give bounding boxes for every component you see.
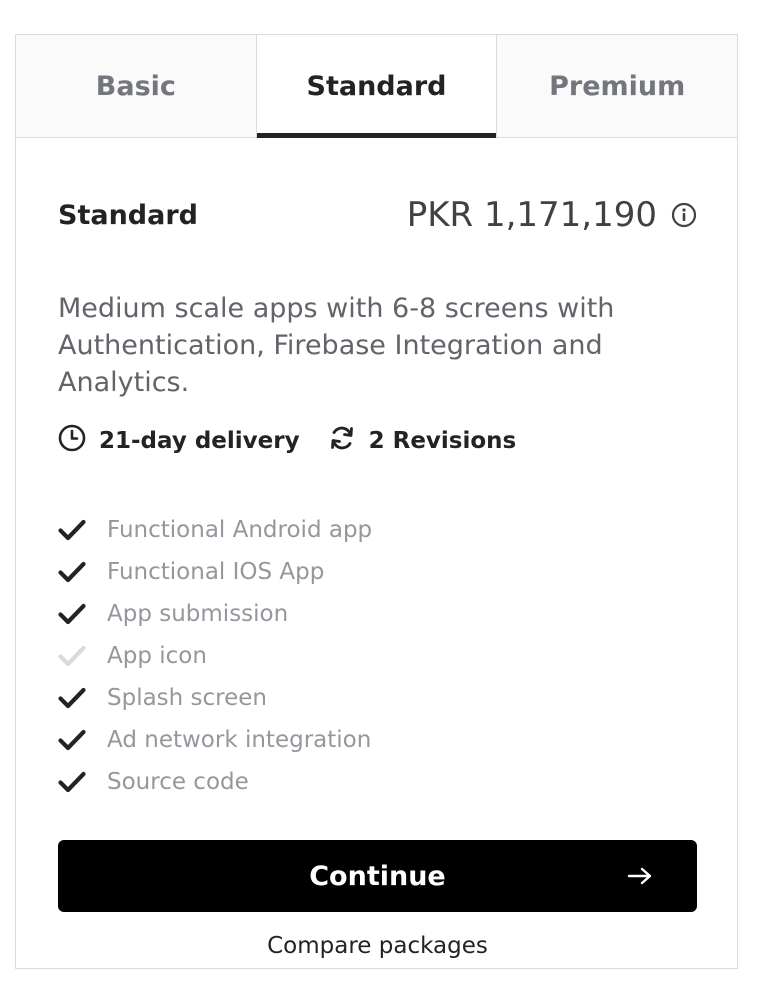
check-icon	[58, 770, 88, 794]
package-title: Standard	[58, 199, 198, 231]
feature-list: Functional Android app Functional IOS Ap…	[58, 509, 372, 803]
arrow-right-icon	[627, 866, 653, 886]
feature-item: App submission	[58, 593, 372, 635]
feature-item: Functional IOS App	[58, 551, 372, 593]
feature-label: Source code	[107, 769, 249, 795]
feature-item: App icon	[58, 635, 372, 677]
info-icon[interactable]	[671, 202, 697, 228]
delivery-text: 21-day delivery	[99, 428, 300, 454]
check-icon	[58, 560, 88, 584]
refresh-icon	[328, 424, 356, 458]
tab-basic[interactable]: Basic	[16, 35, 256, 137]
feature-item: Splash screen	[58, 677, 372, 719]
check-icon	[58, 518, 88, 542]
check-icon	[58, 686, 88, 710]
check-icon	[58, 602, 88, 626]
check-icon	[58, 728, 88, 752]
feature-label: Functional IOS App	[107, 559, 325, 585]
package-description: Medium scale apps with 6-8 screens with …	[58, 293, 615, 398]
feature-item: Functional Android app	[58, 509, 372, 551]
tab-premium[interactable]: Premium	[496, 35, 738, 137]
clock-icon	[58, 424, 86, 458]
check-icon-disabled	[58, 644, 88, 668]
revisions-info: 2 Revisions	[328, 424, 517, 458]
revisions-text: 2 Revisions	[368, 428, 517, 454]
feature-label: Ad network integration	[107, 727, 372, 753]
package-meta: 21-day delivery 2 Revisions	[58, 424, 516, 458]
continue-button[interactable]: Continue	[58, 840, 697, 912]
feature-label: Splash screen	[107, 685, 268, 711]
feature-item: Ad network integration	[58, 719, 372, 761]
feature-label: Functional Android app	[107, 517, 373, 543]
package-price: PKR 1,171,190	[406, 195, 657, 235]
package-header: Standard PKR 1,171,190	[58, 195, 697, 235]
feature-item: Source code	[58, 761, 372, 803]
continue-label: Continue	[309, 860, 446, 892]
delivery-info: 21-day delivery	[58, 424, 300, 458]
feature-label: App submission	[107, 601, 289, 627]
tab-standard[interactable]: Standard	[255, 35, 497, 138]
price-wrap: PKR 1,171,190	[407, 195, 697, 235]
package-tabs: Basic Standard Premium	[16, 35, 738, 138]
package-card: Basic Standard Premium Standard PKR 1,17…	[15, 34, 738, 969]
compare-packages-link[interactable]: Compare packages	[58, 933, 697, 959]
feature-label: App icon	[107, 643, 207, 669]
